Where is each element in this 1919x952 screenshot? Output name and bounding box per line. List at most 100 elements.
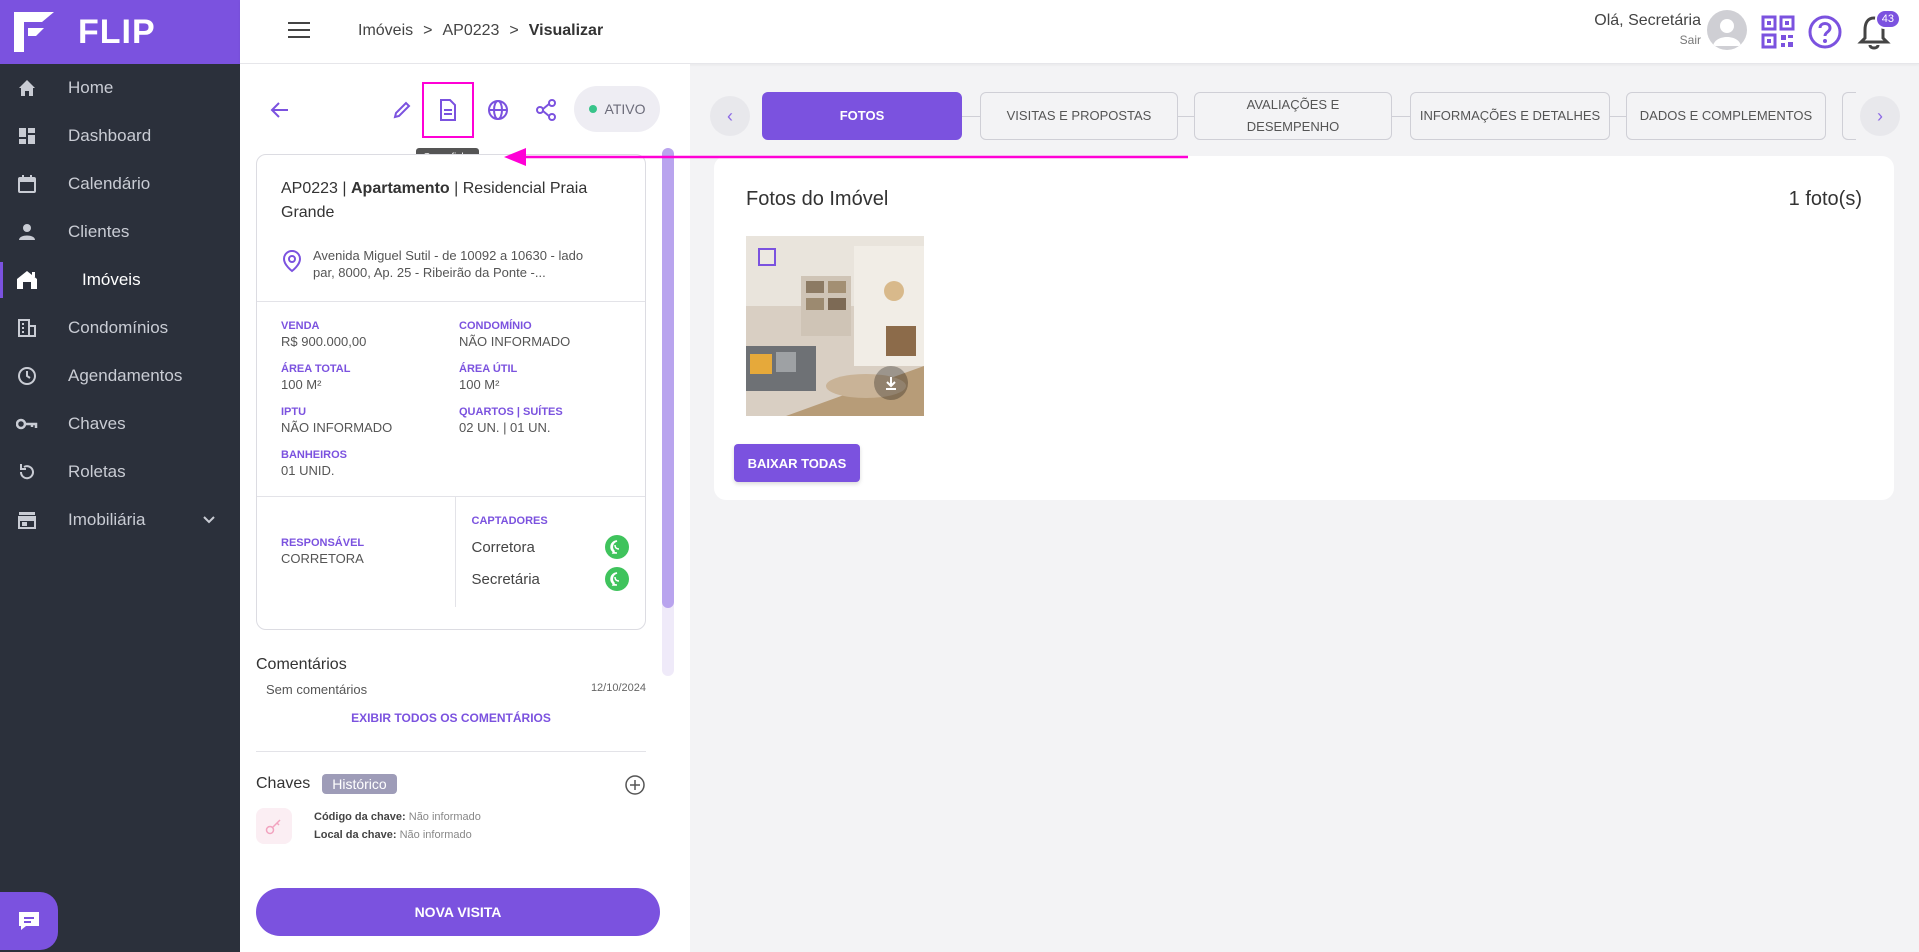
spec-value: 100 M²: [459, 377, 500, 392]
property-photo[interactable]: [746, 236, 924, 416]
tab-visitas-propostas[interactable]: VISITAS E PROPOSTAS: [980, 92, 1178, 140]
add-circle-icon[interactable]: [624, 774, 646, 796]
spec-label: BANHEIROS: [281, 449, 348, 461]
status-badge[interactable]: ATIVO: [574, 86, 660, 132]
photo-select-checkbox[interactable]: [758, 248, 776, 266]
greeting-text: Olá, Secretária: [1594, 12, 1701, 29]
tab-informacoes-detalhes[interactable]: INFORMAÇÕES E DETALHES: [1410, 92, 1610, 140]
home-icon: [16, 77, 38, 99]
sidebar-item-label: Imobiliária: [68, 510, 146, 529]
annotation-arrow: [504, 148, 1188, 166]
dashboard-icon: [16, 125, 38, 147]
download-all-button[interactable]: BAIXAR TODAS: [734, 444, 860, 482]
spec-label: CONDOMÍNIO: [459, 320, 532, 332]
whatsapp-icon[interactable]: [605, 535, 629, 559]
breadcrumb-separator: >: [423, 22, 433, 39]
detail-tabs: ‹ FOTOS VISITAS E PROPOSTAS AVALIAÇÕES E…: [706, 90, 1900, 142]
spec-value: NÃO INFORMADO: [281, 420, 393, 435]
help-icon[interactable]: [1807, 14, 1843, 50]
sidebar-item-roletas[interactable]: Roletas: [0, 448, 240, 496]
person-icon: [16, 221, 38, 243]
chat-button[interactable]: [0, 892, 58, 950]
comments-title: Comentários: [256, 656, 347, 673]
qr-code-icon[interactable]: [1761, 15, 1795, 49]
show-all-comments-link[interactable]: EXIBIR TODOS OS COMENTÁRIOS: [256, 711, 646, 725]
tab-avaliacoes-desempenho[interactable]: AVALIAÇÕES E DESEMPENHO: [1194, 92, 1392, 140]
pencil-icon: [393, 101, 411, 119]
address-line-2: par, 8000, Ap. 25 - Ribeirão da Ponte -.…: [313, 265, 546, 280]
key-place-label: Local da chave:: [314, 829, 397, 841]
edit-button[interactable]: [386, 94, 418, 126]
breadcrumb-current: Visualizar: [528, 22, 604, 39]
flip-logo-icon: [14, 12, 54, 52]
clock-icon: [16, 365, 38, 387]
new-visit-button[interactable]: NOVA VISITA: [256, 888, 660, 936]
captador-name: Corretora: [471, 538, 535, 556]
scrollbar-thumb[interactable]: [662, 148, 674, 608]
menu-icon[interactable]: [288, 22, 310, 40]
key-icon: [256, 808, 292, 844]
whatsapp-icon[interactable]: [605, 567, 629, 591]
building-icon: [16, 317, 38, 339]
chat-icon: [19, 912, 39, 930]
sidebar-item-label: Chaves: [68, 414, 126, 433]
tab-fotos[interactable]: FOTOS: [762, 92, 962, 140]
keys-section: Chaves Histórico Código da chave: Não in…: [256, 774, 646, 844]
photos-count: 1 foto(s): [1788, 188, 1862, 210]
spec-label: VENDA: [281, 320, 320, 332]
sidebar-item-calendario[interactable]: Calendário: [0, 160, 240, 208]
sidebar-item-agendamentos[interactable]: Agendamentos: [0, 352, 240, 400]
comment-date: 12/10/2024: [590, 682, 646, 694]
sidebar-item-dashboard[interactable]: Dashboard: [0, 112, 240, 160]
property-actions: ATIVO Gerar ficha: [240, 64, 690, 167]
logo[interactable]: FLIP: [0, 0, 240, 64]
avatar[interactable]: [1707, 10, 1747, 50]
notification-badge: 43: [1874, 9, 1901, 29]
back-button[interactable]: [264, 94, 296, 126]
store-icon: [16, 509, 38, 531]
sidebar-item-clientes[interactable]: Clientes: [0, 208, 240, 256]
refresh-icon: [16, 461, 38, 483]
sidebar-item-chaves[interactable]: Chaves: [0, 400, 240, 448]
comments-section: Comentários Sem comentários 12/10/2024 E…: [256, 656, 646, 752]
house-icon: [16, 269, 38, 291]
tabs-next-button[interactable]: ›: [1860, 96, 1900, 136]
user-greeting: Olá, Secretária Sair: [1594, 12, 1701, 47]
document-icon: [440, 99, 456, 121]
share-button[interactable]: [530, 94, 562, 126]
sidebar-item-home[interactable]: Home: [0, 64, 240, 112]
comment-text: Sem comentários: [266, 682, 368, 697]
spec-label: ÁREA ÚTIL: [459, 363, 518, 375]
spec-venda: VENDA R$ 900.000,00: [281, 320, 459, 349]
responsavel-label: RESPONSÁVEL: [281, 537, 365, 549]
breadcrumb-code[interactable]: AP0223: [442, 22, 499, 40]
sidebar: FLIP Home Dashboard Calendário Clientes …: [0, 0, 240, 952]
history-badge[interactable]: Histórico: [322, 774, 397, 794]
status-dot: [588, 105, 597, 113]
sidebar-item-condominios[interactable]: Condomínios: [0, 304, 240, 352]
spec-value: 100 M²: [281, 377, 322, 392]
spec-area-total: ÁREA TOTAL 100 M²: [281, 363, 459, 392]
publish-web-button[interactable]: [482, 94, 514, 126]
key-code-label: Código da chave:: [314, 811, 406, 823]
sidebar-nav: Home Dashboard Calendário Clientes Imóve…: [0, 64, 240, 544]
spec-label: QUARTOS | SUÍTES: [459, 406, 563, 418]
key-code-value: Não informado: [408, 811, 481, 823]
tab-partial[interactable]: [1842, 92, 1856, 140]
spec-condominio: CONDOMÍNIO NÃO INFORMADO: [459, 320, 637, 349]
breadcrumb-imoveis[interactable]: Imóveis: [358, 22, 413, 40]
captador-row: Corretora: [471, 535, 629, 559]
sidebar-item-imobiliaria[interactable]: Imobiliária: [0, 496, 240, 544]
photo-download-button[interactable]: [874, 366, 908, 400]
logout-link[interactable]: Sair: [1594, 33, 1701, 47]
panel-scrollbar[interactable]: [662, 148, 674, 676]
captadores-label: CAPTADORES: [471, 515, 548, 527]
key-info: Código da chave: Não informado Local da …: [256, 808, 646, 844]
sidebar-item-label: Condomínios: [68, 318, 169, 337]
sidebar-item-imoveis[interactable]: Imóveis: [0, 256, 240, 304]
tab-dados-complementos[interactable]: DADOS E COMPLEMENTOS: [1626, 92, 1826, 140]
tabs-prev-button[interactable]: ‹: [710, 96, 750, 136]
sidebar-item-label: Calendário: [68, 174, 151, 193]
generate-sheet-button[interactable]: [422, 82, 474, 138]
chevron-left-icon: ‹: [727, 105, 733, 126]
